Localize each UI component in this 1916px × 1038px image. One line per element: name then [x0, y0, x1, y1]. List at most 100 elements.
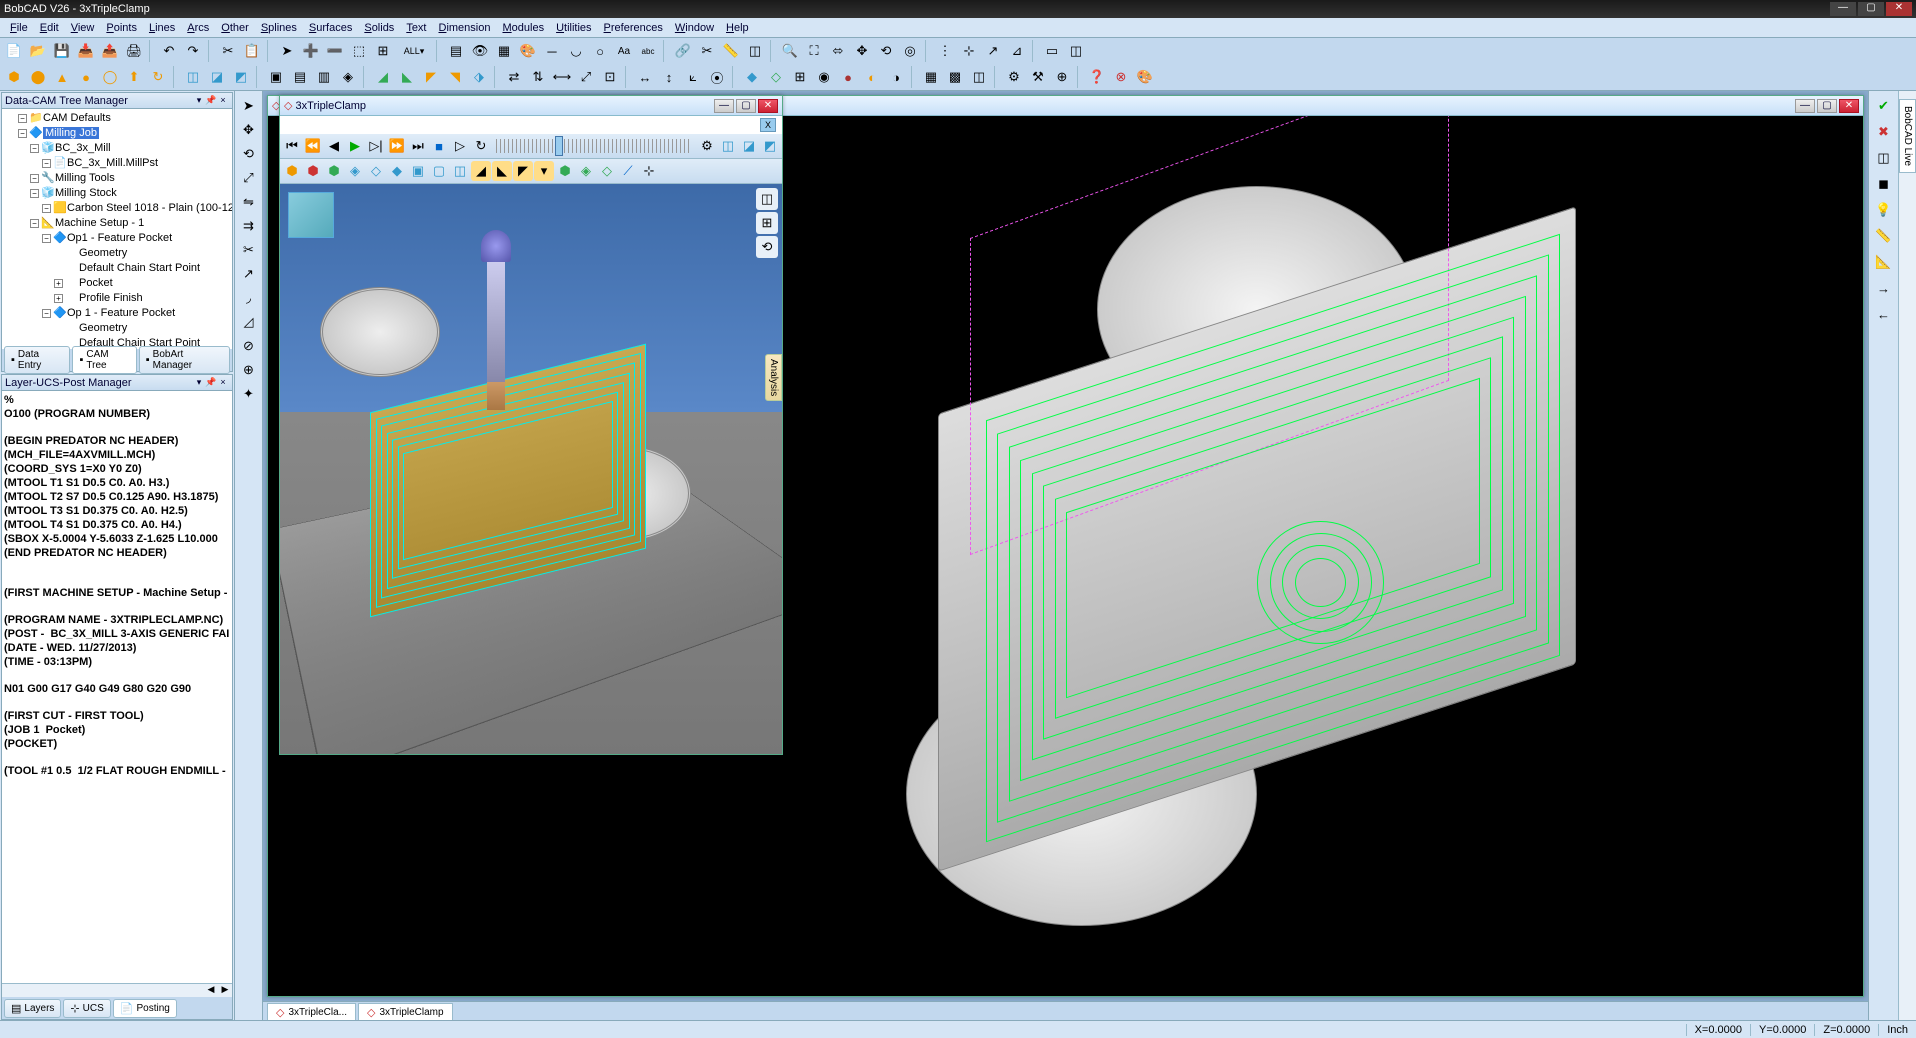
panel-close-icon[interactable]: ×	[217, 377, 229, 389]
misc5-icon[interactable]: ●	[837, 66, 859, 88]
tool-grid-icon[interactable]: ▦	[493, 40, 515, 62]
tool-abc-icon[interactable]: abc	[637, 40, 659, 62]
right-wire-icon[interactable]: ◫	[1873, 147, 1895, 169]
doc-maximize-icon[interactable]: ▢	[736, 99, 756, 113]
vtool-move-icon[interactable]: ✥	[238, 119, 260, 141]
view-front-icon[interactable]: ▤	[289, 66, 311, 88]
tool-undo-icon[interactable]: ↶	[158, 40, 180, 62]
vtool-join-icon[interactable]: ⊕	[238, 359, 260, 381]
post-tab-ucs[interactable]: ⊹UCS	[63, 999, 110, 1018]
tool-select-remove-icon[interactable]: ➖	[324, 40, 346, 62]
cam-tab-cam-tree[interactable]: ▪CAM Tree	[72, 346, 136, 374]
tree-node[interactable]: Default Chain Start Point	[6, 261, 230, 276]
vtool-extend-icon[interactable]: ↗	[238, 263, 260, 285]
vtool-explode-icon[interactable]: ✦	[238, 383, 260, 405]
tool-select-cross-icon[interactable]: ⊞	[372, 40, 394, 62]
dim2-icon[interactable]: ↕	[658, 66, 680, 88]
tool-visibility-icon[interactable]: 👁	[469, 40, 491, 62]
menu-other[interactable]: Other	[215, 20, 255, 36]
menu-solids[interactable]: Solids	[358, 20, 400, 36]
simv-stock3-icon[interactable]: ◇	[597, 161, 617, 181]
tool-circle-icon[interactable]: ○	[589, 40, 611, 62]
tree-node[interactable]: −🔷Op 1 - Feature Pocket	[6, 306, 230, 321]
sim-view3-icon[interactable]: ◩	[760, 136, 780, 156]
right-ruler2-icon[interactable]: 📐	[1873, 251, 1895, 273]
simv-wire4-icon[interactable]: ▣	[408, 161, 428, 181]
tool-select-window-icon[interactable]: ⬚	[348, 40, 370, 62]
surf1-icon[interactable]: ◢	[372, 66, 394, 88]
tool-snap2-icon[interactable]: ⊹	[958, 40, 980, 62]
vtool-fillet-icon[interactable]: ◞	[238, 287, 260, 309]
vtool-scale-icon[interactable]: ⤢	[238, 167, 260, 189]
cam2-icon[interactable]: ⚒	[1027, 66, 1049, 88]
tool-copy-icon[interactable]: 📋	[241, 40, 263, 62]
misc7-icon[interactable]: ◑	[885, 66, 907, 88]
vtool-chamfer-icon[interactable]: ◿	[238, 311, 260, 333]
sim-next-icon[interactable]: ⏩	[387, 136, 407, 156]
misc2-icon[interactable]: ◇	[765, 66, 787, 88]
tree-node[interactable]: −🧊Milling Stock	[6, 186, 230, 201]
simside-2-icon[interactable]: ⊞	[756, 212, 778, 234]
dim3-icon[interactable]: ⟀	[682, 66, 704, 88]
tool-text-aa-icon[interactable]: Aa	[613, 40, 635, 62]
menu-splines[interactable]: Splines	[255, 20, 303, 36]
vtool-break-icon[interactable]: ⊘	[238, 335, 260, 357]
solid-extrude-icon[interactable]: ⬆	[123, 66, 145, 88]
tree-node[interactable]: −📐Machine Setup - 1	[6, 216, 230, 231]
view-iso-icon[interactable]: ◈	[337, 66, 359, 88]
tool-layer-icon[interactable]: ▤	[445, 40, 467, 62]
panel-pin-icon[interactable]: 📌	[205, 377, 217, 389]
maximize-button[interactable]: ▢	[1858, 2, 1884, 16]
surf3-icon[interactable]: ◤	[420, 66, 442, 88]
sim-loop-icon[interactable]: ↻	[471, 136, 491, 156]
sim-play-icon[interactable]: ▶	[345, 136, 365, 156]
tree-node[interactable]: +Pocket	[6, 276, 230, 291]
simv-stock2-icon[interactable]: ◈	[576, 161, 596, 181]
simv-tool1-icon[interactable]: ◢	[471, 161, 491, 181]
vtool-trim-icon[interactable]: ✂	[238, 239, 260, 261]
tool-measure-icon[interactable]: 📏	[720, 40, 742, 62]
solid-cone-icon[interactable]: ▲	[51, 66, 73, 88]
right-shade-icon[interactable]: ◼	[1873, 173, 1895, 195]
render2-icon[interactable]: ▩	[944, 66, 966, 88]
tool-orbit-icon[interactable]: ◎	[899, 40, 921, 62]
simside-1-icon[interactable]: ◫	[756, 188, 778, 210]
surf4-icon[interactable]: ◥	[444, 66, 466, 88]
dim4-icon[interactable]: ⦿	[706, 66, 728, 88]
tool-link-icon[interactable]: 🔗	[672, 40, 694, 62]
cam3-icon[interactable]: ⊕	[1051, 66, 1073, 88]
view-top-icon[interactable]: ▣	[265, 66, 287, 88]
tree-node[interactable]: Geometry	[6, 246, 230, 261]
sim-record-icon[interactable]: ▷	[450, 136, 470, 156]
doc-tab[interactable]: ◇3xTripleClamp	[358, 1003, 453, 1021]
tool-new-icon[interactable]: 📄	[3, 40, 25, 62]
sim-doc-header[interactable]: ◇ 3xTripleClamp — ▢ ✕	[280, 96, 782, 116]
doc-maximize-icon[interactable]: ▢	[1817, 99, 1837, 113]
vtool-mirror-icon[interactable]: ⇋	[238, 191, 260, 213]
panel-pin-icon[interactable]: 📌	[205, 95, 217, 107]
panel-dropdown-icon[interactable]: ▾	[193, 377, 205, 389]
vtool-select-icon[interactable]: ➤	[238, 95, 260, 117]
menu-help[interactable]: Help	[720, 20, 755, 36]
sim-first-icon[interactable]: ⏮	[282, 136, 302, 156]
sim-viewport[interactable]: ◫ ⊞ ⟲	[280, 184, 782, 754]
doc-close-icon[interactable]: ✕	[1839, 99, 1859, 113]
sim-last-icon[interactable]: ⏭	[408, 136, 428, 156]
misc6-icon[interactable]: ◐	[861, 66, 883, 88]
tool-select-add-icon[interactable]: ➕	[300, 40, 322, 62]
solid-revolve-icon[interactable]: ↻	[147, 66, 169, 88]
sim-aux-close-icon[interactable]: X	[760, 118, 776, 132]
simv-path-icon[interactable]: ⟋	[618, 161, 638, 181]
solid-cylinder-icon[interactable]: ⬤	[27, 66, 49, 88]
tree-node[interactable]: −🟨Carbon Steel 1018 - Plain (100-125 HB)	[6, 201, 230, 216]
tool-import-icon[interactable]: 📥	[75, 40, 97, 62]
sim-view1-icon[interactable]: ◫	[718, 136, 738, 156]
tool-zoom-extent-icon[interactable]: ⬄	[827, 40, 849, 62]
viewcube-icon[interactable]	[288, 192, 334, 238]
tool-wireframe-icon[interactable]: ◫	[744, 40, 766, 62]
tree-node[interactable]: −🔧Milling Tools	[6, 171, 230, 186]
tree-node[interactable]: −📁CAM Defaults	[6, 111, 230, 126]
tool-cube-icon[interactable]: ◫	[1065, 40, 1087, 62]
misc3-icon[interactable]: ⊞	[789, 66, 811, 88]
tool-rotate-icon[interactable]: ⟲	[875, 40, 897, 62]
